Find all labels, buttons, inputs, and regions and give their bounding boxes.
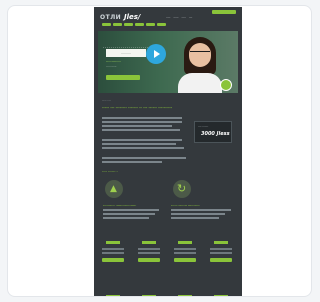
top-cta-button[interactable] [212, 10, 236, 14]
student-photo [174, 37, 226, 93]
hero-cta-button[interactable] [106, 75, 140, 80]
plan-card [172, 241, 198, 262]
hero-title: .......... [106, 49, 146, 57]
nav-link[interactable]: ----- [182, 16, 186, 19]
menu-item[interactable] [113, 23, 122, 26]
plan-button[interactable] [138, 258, 160, 262]
plan-card [208, 295, 234, 296]
nav-link[interactable]: ------ [173, 16, 178, 19]
menu-item[interactable] [102, 23, 111, 26]
nav-links: ----- ------ ----- ---- [166, 16, 192, 19]
plan-card [136, 241, 162, 262]
page-heading: ----- --- -------- ------- -- --- ------… [102, 106, 173, 110]
feature-title: ----------- ------------------- [103, 204, 137, 207]
plan-card [136, 295, 162, 296]
site-logo-accent: Jles/ [124, 13, 141, 21]
text-line [102, 139, 182, 141]
plan-card [100, 295, 126, 296]
text-line [102, 121, 182, 123]
hero-subtitle-secondary: ........... [106, 64, 117, 68]
text-line [102, 157, 186, 159]
chalkboard-scribble [103, 35, 148, 48]
price-label: ---- ------- [198, 125, 209, 128]
hero-banner: .......... ............. ........... [98, 31, 238, 93]
refresh-icon: ↻ [173, 180, 191, 198]
price-value: 3000 Jless [201, 131, 230, 137]
text-line [102, 117, 182, 119]
menu-bar [102, 23, 166, 26]
plan-button[interactable] [174, 258, 196, 262]
text-line [103, 213, 155, 215]
breadcrumb[interactable]: ----- ---- [102, 99, 111, 102]
text-line [171, 209, 231, 211]
plan-button[interactable] [102, 258, 124, 262]
top-navigation: ОТЛИ Jles/ ----- ------ ----- ---- [94, 7, 242, 29]
hero-subtitle: ............. [106, 59, 121, 63]
plan-grid [100, 241, 234, 262]
section-subheading: ---- ------ - [102, 169, 118, 173]
text-line [102, 129, 180, 131]
price-box: ---- ------- 3000 Jless [194, 121, 232, 143]
menu-item[interactable] [157, 23, 166, 26]
menu-item[interactable] [124, 23, 133, 26]
preview-card: ОТЛИ Jles/ ----- ------ ----- ---- .....… [7, 5, 312, 297]
plan-card [100, 241, 126, 262]
text-line [102, 147, 184, 149]
feature-title: ------ -------- ----------- [171, 204, 200, 207]
mobile-page-preview[interactable]: ОТЛИ Jles/ ----- ------ ----- ---- .....… [94, 7, 242, 296]
menu-item[interactable] [135, 23, 144, 26]
badge-icon[interactable] [220, 79, 232, 91]
text-line [102, 161, 162, 163]
text-line [171, 213, 225, 215]
text-line [102, 125, 172, 127]
plan-grid [100, 295, 234, 296]
nav-link[interactable]: ----- [166, 16, 170, 19]
text-line [103, 217, 149, 219]
thumbs-up-icon: ▲ [105, 180, 123, 198]
nav-link[interactable]: ---- [189, 16, 192, 19]
plan-card [208, 241, 234, 262]
text-line [102, 143, 176, 145]
plan-card [172, 295, 198, 296]
menu-item[interactable] [146, 23, 155, 26]
text-line [171, 217, 219, 219]
plan-button[interactable] [210, 258, 232, 262]
text-line [103, 209, 159, 211]
play-icon[interactable] [146, 44, 166, 64]
site-logo[interactable]: ОТЛИ [100, 14, 121, 21]
